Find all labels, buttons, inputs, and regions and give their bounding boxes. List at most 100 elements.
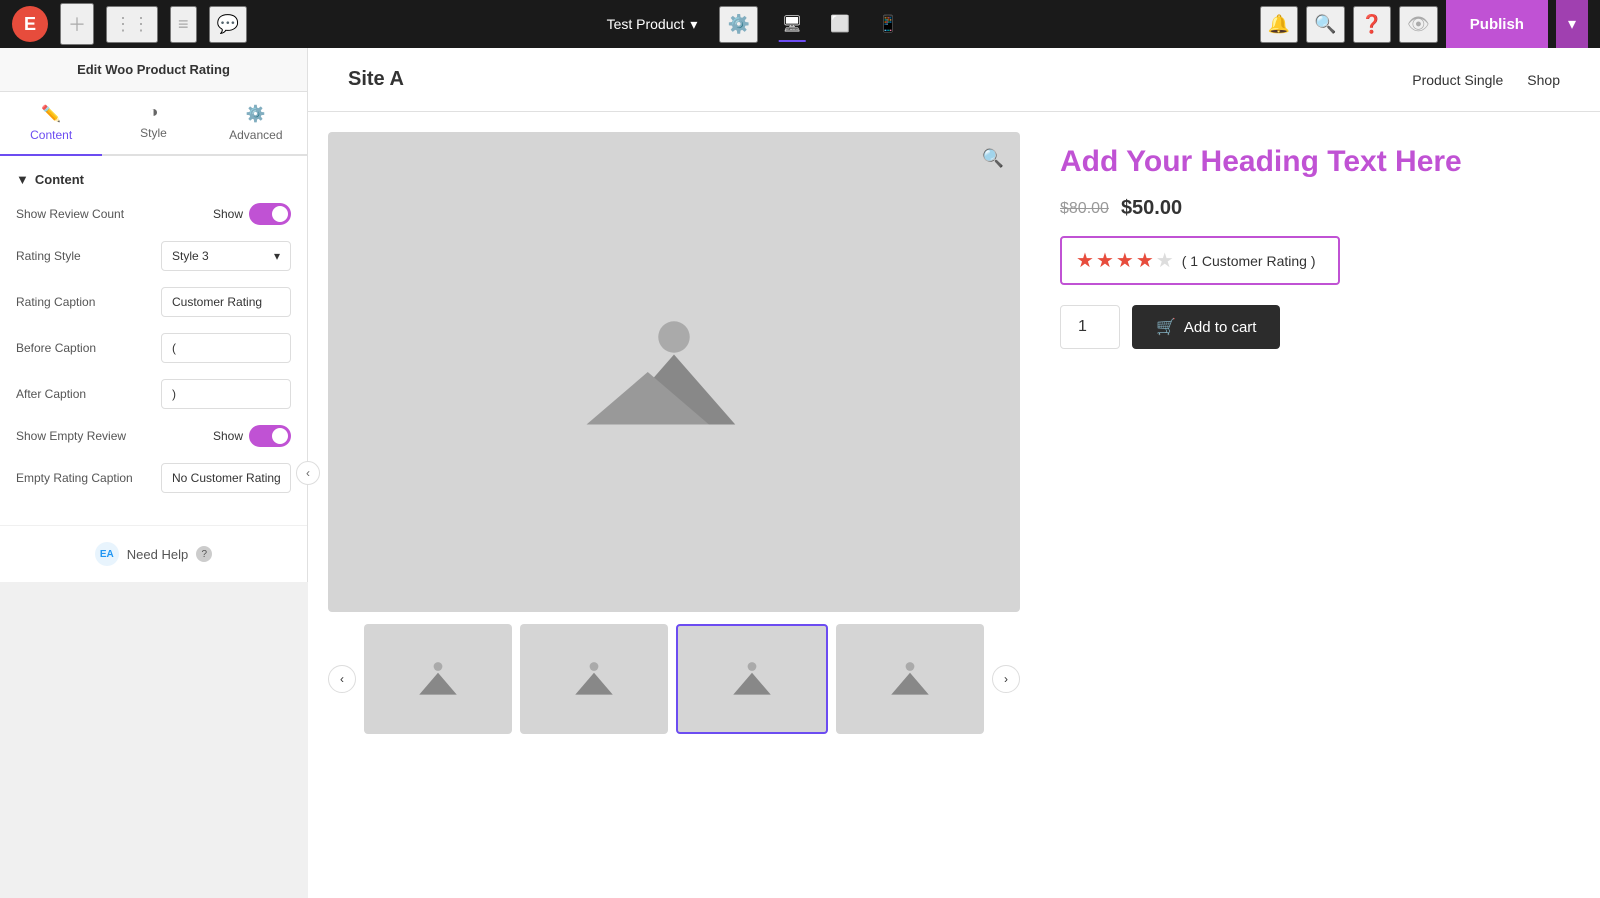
advanced-tab-label: Advanced	[229, 128, 282, 142]
thumbnail-3[interactable]	[676, 624, 828, 734]
product-name-label: Test Product	[607, 16, 685, 32]
rating-caption-input[interactable]	[161, 287, 291, 317]
thumb-next-button[interactable]: ›	[992, 665, 1020, 693]
quantity-input[interactable]	[1060, 305, 1120, 349]
empty-rating-caption-row: Empty Rating Caption	[16, 463, 291, 493]
tab-content[interactable]: ✏️ Content	[0, 92, 102, 156]
add-to-cart-row: 🛒 Add to cart	[1060, 305, 1570, 349]
cart-icon: 🛒	[1156, 317, 1176, 337]
star-2: ★	[1096, 248, 1114, 273]
help-button[interactable]: ❓	[1353, 6, 1391, 43]
product-price: $80.00 $50.00	[1060, 197, 1570, 220]
search-button[interactable]: 🔍	[1306, 6, 1344, 43]
product-area: 🔍 ‹	[308, 112, 1600, 898]
tablet-button[interactable]: ⬜	[818, 6, 862, 42]
show-review-count-row: Show Review Count Show	[16, 203, 291, 225]
sidebar-header: Edit Woo Product Rating	[0, 48, 307, 92]
section-label: Content	[35, 172, 84, 187]
show-empty-review-switch[interactable]	[249, 425, 291, 447]
product-image-column: 🔍 ‹	[308, 112, 1040, 898]
sidebar: Edit Woo Product Rating ✏️ Content ◑ Sty…	[0, 48, 308, 582]
add-to-cart-label: Add to cart	[1184, 319, 1257, 336]
sidebar-content: ▼ Content Show Review Count Show Rating …	[0, 156, 307, 525]
empty-rating-caption-label: Empty Rating Caption	[16, 471, 133, 485]
rating-style-select[interactable]: Style 3 ▾	[161, 241, 291, 271]
need-help-label: Need Help	[127, 547, 188, 562]
ea-badge: EA	[95, 542, 119, 566]
show-review-count-value: Show	[213, 207, 243, 221]
structure-button[interactable]: ≡	[170, 6, 197, 43]
empty-rating-caption-input[interactable]	[161, 463, 291, 493]
show-empty-review-value: Show	[213, 429, 243, 443]
tab-advanced[interactable]: ⚙️ Advanced	[205, 92, 307, 154]
product-rating-box: ★ ★ ★ ★ ★ ( 1 Customer Rating )	[1060, 236, 1340, 285]
product-name-button[interactable]: Test Product ▾	[597, 10, 708, 39]
mobile-button[interactable]: 📱	[866, 6, 910, 42]
thumb-prev-button[interactable]: ‹	[328, 665, 356, 693]
need-help-section[interactable]: EA Need Help ?	[0, 525, 307, 582]
desktop-button[interactable]: 🖥	[770, 6, 814, 42]
after-caption-row: After Caption	[16, 379, 291, 409]
view-button[interactable]: 👁	[1399, 6, 1438, 43]
device-switcher: 🖥 ⬜ 📱	[770, 6, 910, 42]
sidebar-collapse-button[interactable]: ‹	[296, 461, 320, 485]
star-rating: ★ ★ ★ ★ ★	[1076, 248, 1174, 273]
sidebar-tabs: ✏️ Content ◑ Style ⚙️ Advanced	[0, 92, 307, 156]
notifications-button[interactable]: 🔔	[1260, 6, 1298, 43]
site-logo: Site A	[348, 68, 404, 91]
site-nav: Product Single Shop	[1412, 72, 1560, 88]
thumbnail-1[interactable]	[364, 624, 512, 734]
star-4: ★	[1136, 248, 1154, 273]
show-review-count-switch[interactable]	[249, 203, 291, 225]
star-3: ★	[1116, 248, 1134, 273]
rating-caption-row: Rating Caption	[16, 287, 291, 317]
elementor-logo[interactable]: E	[12, 6, 48, 42]
after-caption-label: After Caption	[16, 387, 86, 401]
chevron-down-icon: ▾	[690, 16, 697, 33]
finder-button[interactable]: ⋮⋮	[106, 6, 158, 43]
show-review-count-label: Show Review Count	[16, 207, 124, 221]
help-info-icon: ?	[196, 546, 212, 562]
advanced-tab-icon: ⚙️	[246, 104, 266, 124]
publish-dropdown-button[interactable]: ▾	[1556, 0, 1588, 48]
sale-price: $50.00	[1121, 197, 1182, 220]
after-caption-input[interactable]	[161, 379, 291, 409]
show-empty-review-toggle[interactable]: Show	[213, 425, 291, 447]
publish-button[interactable]: Publish	[1446, 0, 1548, 48]
style-tab-icon: ◑	[149, 104, 159, 122]
tab-style[interactable]: ◑ Style	[102, 92, 204, 154]
rating-style-row: Rating Style Style 3 ▾	[16, 241, 291, 271]
rating-text: ( 1 Customer Rating )	[1182, 253, 1316, 269]
main-product-image[interactable]: 🔍	[328, 132, 1020, 612]
show-empty-review-label: Show Empty Review	[16, 429, 126, 443]
comments-button[interactable]: 💬	[209, 6, 247, 43]
zoom-icon[interactable]: 🔍	[982, 148, 1004, 169]
before-caption-row: Before Caption	[16, 333, 291, 363]
site-header: Site A Product Single Shop	[308, 48, 1600, 112]
section-arrow-icon: ▼	[16, 172, 29, 187]
rating-style-value: Style 3	[172, 249, 209, 263]
select-chevron-icon: ▾	[274, 249, 280, 263]
show-review-count-toggle[interactable]: Show	[213, 203, 291, 225]
content-tab-icon: ✏️	[41, 104, 61, 124]
star-1: ★	[1076, 248, 1094, 273]
settings-button[interactable]: ⚙️	[719, 6, 757, 43]
canvas-area: Site A Product Single Shop 🔍	[308, 48, 1600, 898]
original-price: $80.00	[1060, 200, 1109, 218]
content-tab-label: Content	[30, 128, 72, 142]
before-caption-input[interactable]	[161, 333, 291, 363]
show-empty-review-row: Show Empty Review Show	[16, 425, 291, 447]
thumbnail-4[interactable]	[836, 624, 984, 734]
nav-product-single[interactable]: Product Single	[1412, 72, 1503, 88]
add-element-button[interactable]: ＋	[60, 3, 94, 45]
nav-shop[interactable]: Shop	[1527, 72, 1560, 88]
content-section-title[interactable]: ▼ Content	[16, 172, 291, 187]
star-5: ★	[1156, 248, 1174, 273]
main-image-placeholder-svg	[584, 302, 764, 442]
add-to-cart-button[interactable]: 🛒 Add to cart	[1132, 305, 1280, 349]
style-tab-label: Style	[140, 126, 167, 140]
thumbnail-row: ‹	[328, 624, 1020, 734]
product-heading: Add Your Heading Text Here	[1060, 142, 1570, 181]
product-info-column: Add Your Heading Text Here $80.00 $50.00…	[1040, 112, 1600, 898]
thumbnail-2[interactable]	[520, 624, 668, 734]
